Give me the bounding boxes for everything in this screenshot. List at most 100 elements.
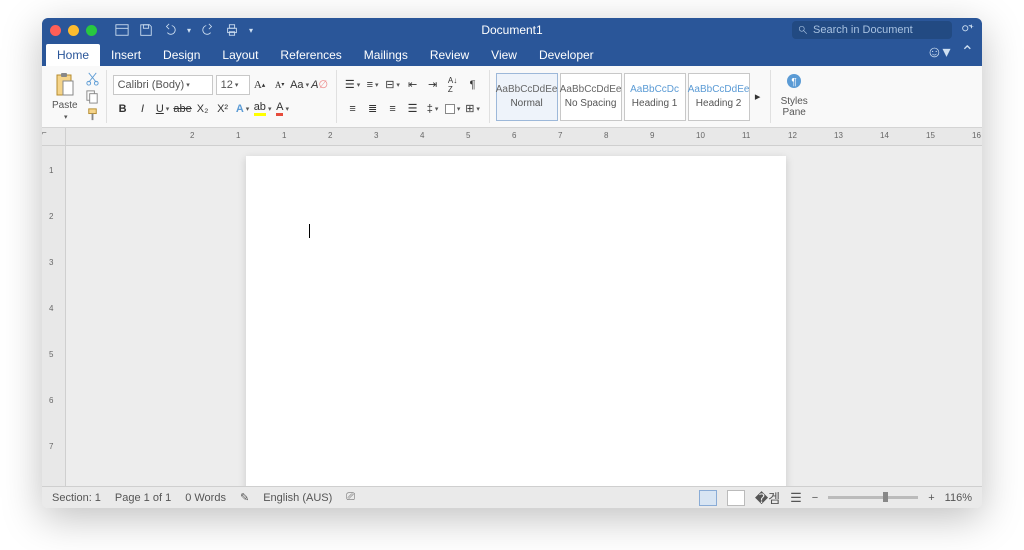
tab-mailings[interactable]: Mailings — [353, 44, 419, 66]
tab-developer[interactable]: Developer — [528, 44, 605, 66]
status-language[interactable]: English (AUS) — [263, 492, 332, 504]
styles-group: AaBbCcDdEe Normal AaBbCcDdEe No Spacing … — [496, 70, 771, 123]
status-section[interactable]: Section: 1 — [52, 492, 101, 504]
status-words[interactable]: 0 Words — [185, 492, 226, 504]
redo-icon[interactable] — [201, 23, 215, 37]
zoom-in-button[interactable]: + — [928, 492, 934, 504]
borders-button[interactable]: ⊞▾ — [463, 99, 483, 119]
superscript-button[interactable]: X² — [213, 99, 233, 119]
style-normal[interactable]: AaBbCcDdEe Normal — [496, 73, 558, 121]
undo-icon[interactable] — [163, 23, 177, 37]
tab-home[interactable]: Home — [46, 44, 100, 66]
document-area[interactable] — [66, 146, 982, 486]
print-layout-view-button[interactable] — [699, 490, 717, 506]
sort-button[interactable]: A↓Z — [443, 75, 463, 95]
underline-button[interactable]: U▾ — [153, 99, 173, 119]
tab-insert[interactable]: Insert — [100, 44, 152, 66]
macro-icon[interactable]: ⎚ — [346, 491, 355, 504]
window-menu-icon[interactable] — [115, 23, 129, 37]
text-effects-button[interactable]: A▾ — [233, 99, 253, 119]
tab-view[interactable]: View — [480, 44, 528, 66]
tab-review[interactable]: Review — [419, 44, 480, 66]
show-marks-button[interactable]: ¶ — [463, 75, 483, 95]
highlight-button[interactable]: ab▾ — [253, 99, 273, 119]
decrease-indent-button[interactable]: ⇤ — [403, 75, 423, 95]
horizontal-ruler[interactable]: ⌐ 21123456789101112131415161718 — [42, 128, 982, 146]
print-icon[interactable] — [225, 23, 239, 37]
clipboard-group: Paste ▾ — [48, 70, 107, 123]
styles-pane-button[interactable]: ¶ Styles Pane — [777, 70, 812, 123]
copy-icon[interactable] — [85, 89, 100, 104]
text-cursor — [309, 224, 310, 238]
zoom-slider[interactable] — [828, 496, 918, 499]
align-center-button[interactable]: ≣ — [363, 99, 383, 119]
zoom-level[interactable]: 116% — [945, 492, 972, 504]
multilevel-list-button[interactable]: ⊟▾ — [383, 75, 403, 95]
shrink-font-button[interactable]: A▾ — [270, 75, 290, 95]
clear-formatting-button[interactable]: A∅ — [310, 75, 330, 95]
bold-button[interactable]: B — [113, 99, 133, 119]
paste-button[interactable]: Paste ▾ — [48, 70, 82, 123]
focus-view-button[interactable]: �겜 — [755, 488, 780, 507]
paste-icon — [54, 72, 76, 98]
feedback-icon[interactable]: ☺▾ — [926, 42, 950, 62]
collapse-ribbon-icon[interactable]: ⌃ — [961, 42, 974, 62]
styles-pane-label: Styles Pane — [781, 96, 808, 118]
ribbon-tabs: Home Insert Design Layout References Mai… — [42, 42, 982, 66]
strikethrough-button[interactable]: abe — [173, 99, 193, 119]
bullets-button[interactable]: ☰▾ — [343, 75, 363, 95]
justify-button[interactable]: ☰ — [403, 99, 423, 119]
cut-icon[interactable] — [85, 71, 100, 86]
chevron-down-icon: ▾ — [64, 113, 68, 121]
numbering-button[interactable]: ≡▾ — [363, 75, 383, 95]
search-placeholder: Search in Document — [813, 24, 913, 36]
paragraph-group: ☰▾ ≡▾ ⊟▾ ⇤ ⇥ A↓Z ¶ ≡ ≣ ≡ ☰ ‡▾ ▾ ⊞▾ — [343, 70, 490, 123]
style-heading-2[interactable]: AaBbCcDdEe Heading 2 — [688, 73, 750, 121]
outline-view-button[interactable]: ☰ — [790, 490, 802, 506]
web-layout-view-button[interactable] — [727, 490, 745, 506]
subscript-button[interactable]: X₂ — [193, 99, 213, 119]
grow-font-button[interactable]: A▴ — [250, 75, 270, 95]
spellcheck-icon[interactable]: ✎ — [240, 491, 249, 504]
search-input[interactable]: Search in Document — [792, 21, 952, 39]
styles-more-button[interactable]: ▸ — [752, 73, 764, 121]
ruler-corner: ⌐ — [42, 128, 66, 145]
svg-text:¶: ¶ — [792, 77, 797, 88]
change-case-button[interactable]: Aa▾ — [290, 75, 310, 95]
format-painter-icon[interactable] — [85, 107, 100, 122]
tab-design[interactable]: Design — [152, 44, 211, 66]
share-icon[interactable]: + — [960, 23, 974, 37]
svg-text:+: + — [970, 23, 974, 30]
minimize-window-button[interactable] — [68, 25, 79, 36]
status-page[interactable]: Page 1 of 1 — [115, 492, 171, 504]
document-title: Document1 — [481, 23, 542, 37]
style-no-spacing[interactable]: AaBbCcDdEe No Spacing — [560, 73, 622, 121]
tab-layout[interactable]: Layout — [211, 44, 269, 66]
zoom-out-button[interactable]: − — [812, 492, 818, 504]
page[interactable] — [246, 156, 786, 486]
align-right-button[interactable]: ≡ — [383, 99, 403, 119]
quick-access-toolbar: ▾ ▾ — [115, 23, 253, 37]
shading-button[interactable]: ▾ — [443, 99, 463, 119]
app-window: ▾ ▾ Document1 Search in Document + Home … — [42, 18, 982, 508]
print-dropdown-icon[interactable]: ▾ — [249, 26, 253, 35]
italic-button[interactable]: I — [133, 99, 153, 119]
save-icon[interactable] — [139, 23, 153, 37]
close-window-button[interactable] — [50, 25, 61, 36]
paste-label: Paste — [52, 100, 78, 111]
styles-pane-icon: ¶ — [785, 72, 803, 94]
font-color-button[interactable]: A▾ — [273, 99, 293, 119]
align-left-button[interactable]: ≡ — [343, 99, 363, 119]
font-family-select[interactable]: Calibri (Body)▾ — [113, 75, 213, 95]
ribbon: Paste ▾ Calibri (Body)▾ 12▾ A▴ A▾ Aa▾ A∅ — [42, 66, 982, 128]
line-spacing-button[interactable]: ‡▾ — [423, 99, 443, 119]
increase-indent-button[interactable]: ⇥ — [423, 75, 443, 95]
tab-references[interactable]: References — [269, 44, 352, 66]
font-size-select[interactable]: 12▾ — [216, 75, 250, 95]
fullscreen-window-button[interactable] — [86, 25, 97, 36]
undo-dropdown-icon[interactable]: ▾ — [187, 26, 191, 35]
font-group: Calibri (Body)▾ 12▾ A▴ A▾ Aa▾ A∅ B I U▾ … — [113, 70, 337, 123]
style-heading-1[interactable]: AaBbCcDc Heading 1 — [624, 73, 686, 121]
vertical-ruler[interactable]: 1234567 — [42, 146, 66, 486]
titlebar: ▾ ▾ Document1 Search in Document + — [42, 18, 982, 42]
